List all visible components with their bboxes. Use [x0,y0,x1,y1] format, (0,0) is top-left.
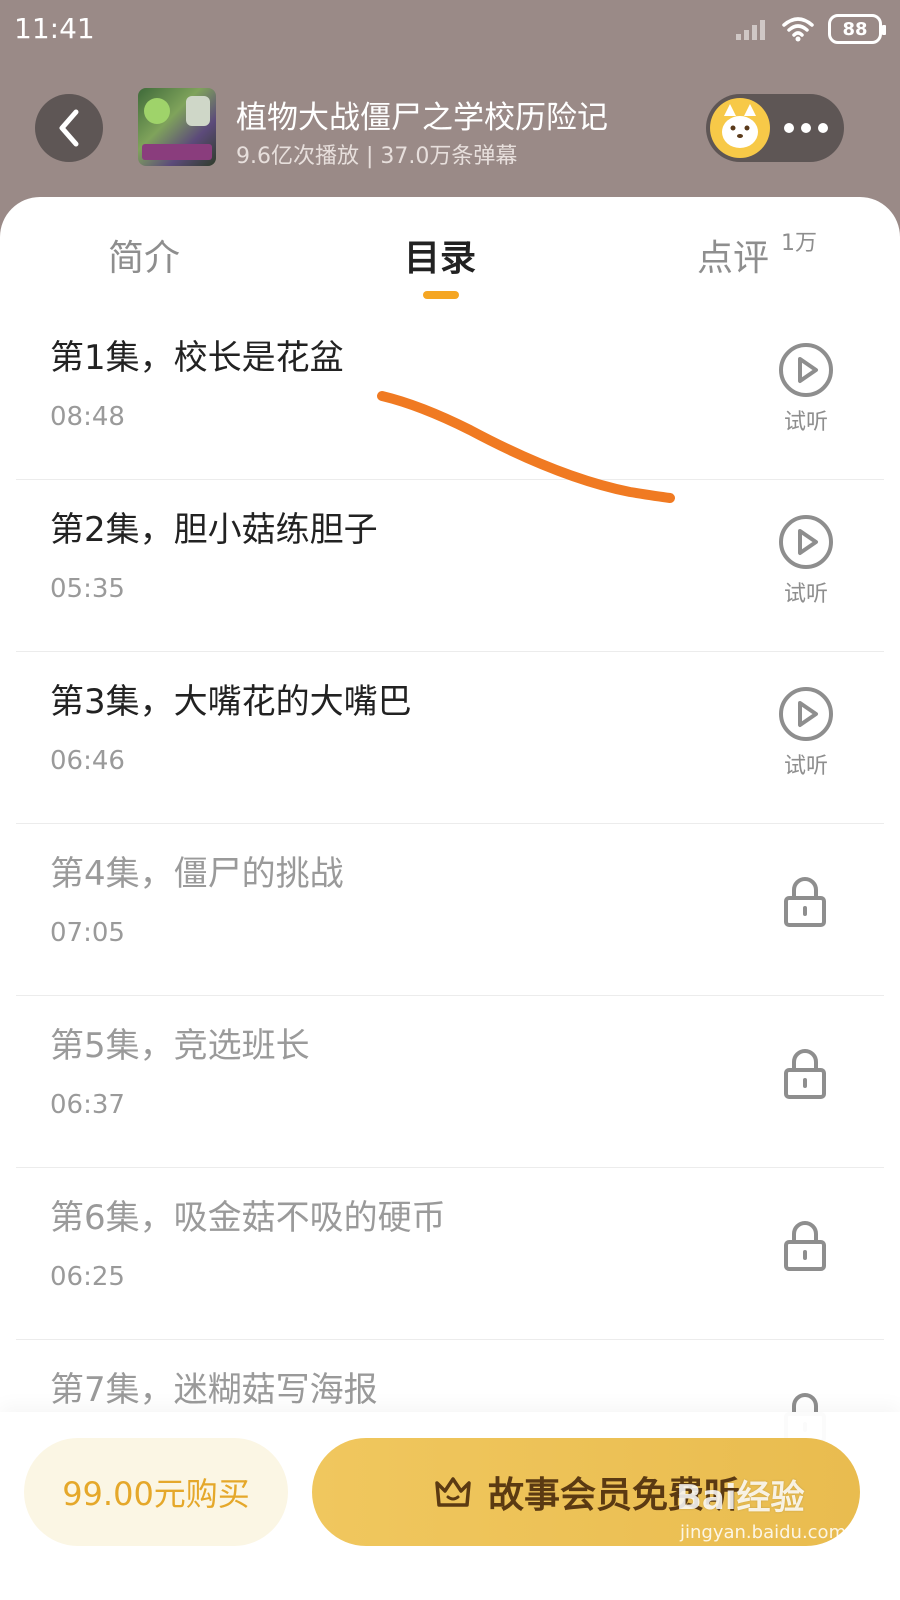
battery-icon: 88 [828,14,886,44]
chevron-left-icon [59,109,79,147]
play-circle-icon [779,343,833,397]
lock-icon [782,1220,828,1276]
comment-count-badge: 1万 [781,231,817,256]
play-circle-icon [779,515,833,569]
tab-catalog[interactable]: 目录 [404,229,476,281]
episode-duration: 06:46 [50,746,125,776]
episode-title: 第7集，迷糊菇写海报 [50,1370,378,1410]
trial-listen-label: 试听 [783,754,828,779]
watermark-url: jingyan.baidu.com [680,1522,847,1543]
trial-listen-label: 试听 [783,410,828,435]
crown-icon [435,1477,471,1507]
status-bar: 11:41 88 [0,0,900,62]
tab-comment[interactable]: 点评 [697,229,769,281]
tab-bar: 简介 目录 点评 1万 [0,197,900,307]
show-cover-image[interactable] [138,88,216,166]
episode-title: 第1集，校长是花盆 [50,338,344,378]
episode-item[interactable]: 第3集，大嘴花的大嘴巴 06:46 试听 [16,652,884,824]
play-circle-icon [779,687,833,741]
back-button[interactable] [35,94,103,162]
episode-item[interactable]: 第2集，胆小菇练胆子 05:35 试听 [16,480,884,652]
lock-icon [782,876,828,932]
signal-icon [736,20,765,40]
mascot-avatar[interactable] [710,98,770,158]
fox-mascot-icon [722,104,758,148]
battery-level: 88 [842,18,868,40]
lock-icon [782,1048,828,1104]
trial-listen-label: 试听 [783,582,828,607]
buy-button[interactable]: 99.00元购买 [24,1438,288,1546]
header: 植物大战僵尸之学校历险记 9.6亿次播放 | 37.0万条弹幕 [0,62,900,202]
episode-item[interactable]: 第6集，吸金菇不吸的硬币 06:25 [16,1168,884,1340]
trial-listen-button[interactable]: 试听 [776,686,836,780]
active-tab-indicator [423,291,459,299]
episode-duration: 06:37 [50,1090,125,1120]
episode-item[interactable]: 第4集，僵尸的挑战 07:05 [16,824,884,996]
episode-duration: 08:48 [50,402,125,432]
episode-title: 第2集，胆小菇练胆子 [50,510,378,550]
status-icons: 88 [734,14,886,44]
trial-listen-button[interactable]: 试听 [776,514,836,608]
content-sheet: 简介 目录 点评 1万 第1集，校长是花盆 08:48 试听 第2集，胆小菇练胆… [0,197,900,1600]
more-dots-icon[interactable] [784,123,828,133]
episode-title: 第5集，竞选班长 [50,1026,310,1066]
trial-listen-button[interactable]: 试听 [776,342,836,436]
episode-duration: 05:35 [50,574,125,604]
wifi-icon [782,17,814,42]
tab-intro[interactable]: 简介 [108,229,180,281]
episode-item[interactable]: 第5集，竞选班长 06:37 [16,996,884,1168]
header-actions-pill[interactable] [706,94,844,162]
episode-list: 第1集，校长是花盆 08:48 试听 第2集，胆小菇练胆子 05:35 试听 第… [0,308,900,1512]
status-time: 11:41 [14,12,95,45]
episode-title: 第4集，僵尸的挑战 [50,854,344,894]
episode-title: 第6集，吸金菇不吸的硬币 [50,1198,446,1238]
watermark-logo: Bai经验 [676,1478,805,1518]
buy-button-label: 99.00元购买 [62,1475,250,1513]
episode-duration: 07:05 [50,918,125,948]
show-stats: 9.6亿次播放 | 37.0万条弹幕 [236,144,518,169]
episode-item[interactable]: 第1集，校长是花盆 08:48 试听 [16,308,884,480]
episode-title: 第3集，大嘴花的大嘴巴 [50,682,412,722]
episode-duration: 06:25 [50,1262,125,1292]
show-title: 植物大战僵尸之学校历险记 [236,100,608,136]
